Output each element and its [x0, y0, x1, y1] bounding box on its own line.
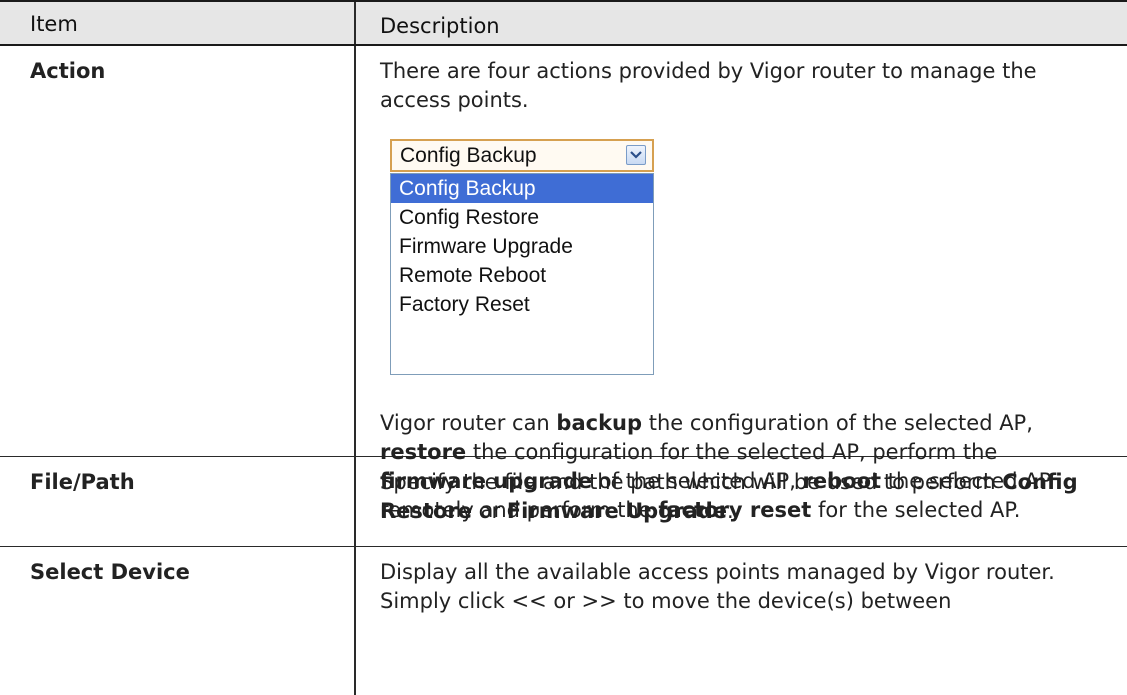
- action-select[interactable]: Config Backup: [390, 139, 654, 172]
- file-path-text: Specify the file and the path which will…: [380, 470, 1078, 523]
- option-config-restore[interactable]: Config Restore: [391, 203, 653, 232]
- chevron-down-icon[interactable]: [626, 145, 646, 165]
- action-option-list: Config Backup Config Restore Firmware Up…: [390, 173, 654, 375]
- header-item: Item: [0, 2, 356, 44]
- table-row-action: Action There are four actions provided b…: [0, 46, 1127, 522]
- table-row-file-path: File/Path Specify the file and the path …: [0, 457, 1127, 547]
- action-intro: There are four actions provided by Vigor…: [380, 59, 1037, 112]
- option-factory-reset[interactable]: Factory Reset: [391, 290, 653, 319]
- action-select-demo: Config Backup Config Backup Config Resto…: [390, 139, 654, 375]
- option-firmware-upgrade[interactable]: Firmware Upgrade: [391, 232, 653, 261]
- item-file-path: File/Path: [0, 457, 356, 546]
- description-action: There are four actions provided by Vigor…: [356, 46, 1127, 522]
- item-action: Action: [0, 46, 356, 456]
- select-device-text: Display all the available access points …: [380, 560, 1055, 613]
- header-description: Description: [380, 14, 500, 38]
- option-remote-reboot[interactable]: Remote Reboot: [391, 261, 653, 290]
- option-config-backup[interactable]: Config Backup: [391, 174, 653, 203]
- description-table: Item Description Action There are four a…: [0, 0, 1127, 695]
- table-row-select-device: Select Device Display all the available …: [0, 547, 1127, 695]
- item-select-device: Select Device: [0, 547, 356, 695]
- description-select-device: Display all the available access points …: [356, 547, 1127, 695]
- description-file-path: Specify the file and the path which will…: [356, 457, 1127, 546]
- table-header-row: Item Description: [0, 0, 1127, 46]
- action-select-value: Config Backup: [400, 144, 537, 167]
